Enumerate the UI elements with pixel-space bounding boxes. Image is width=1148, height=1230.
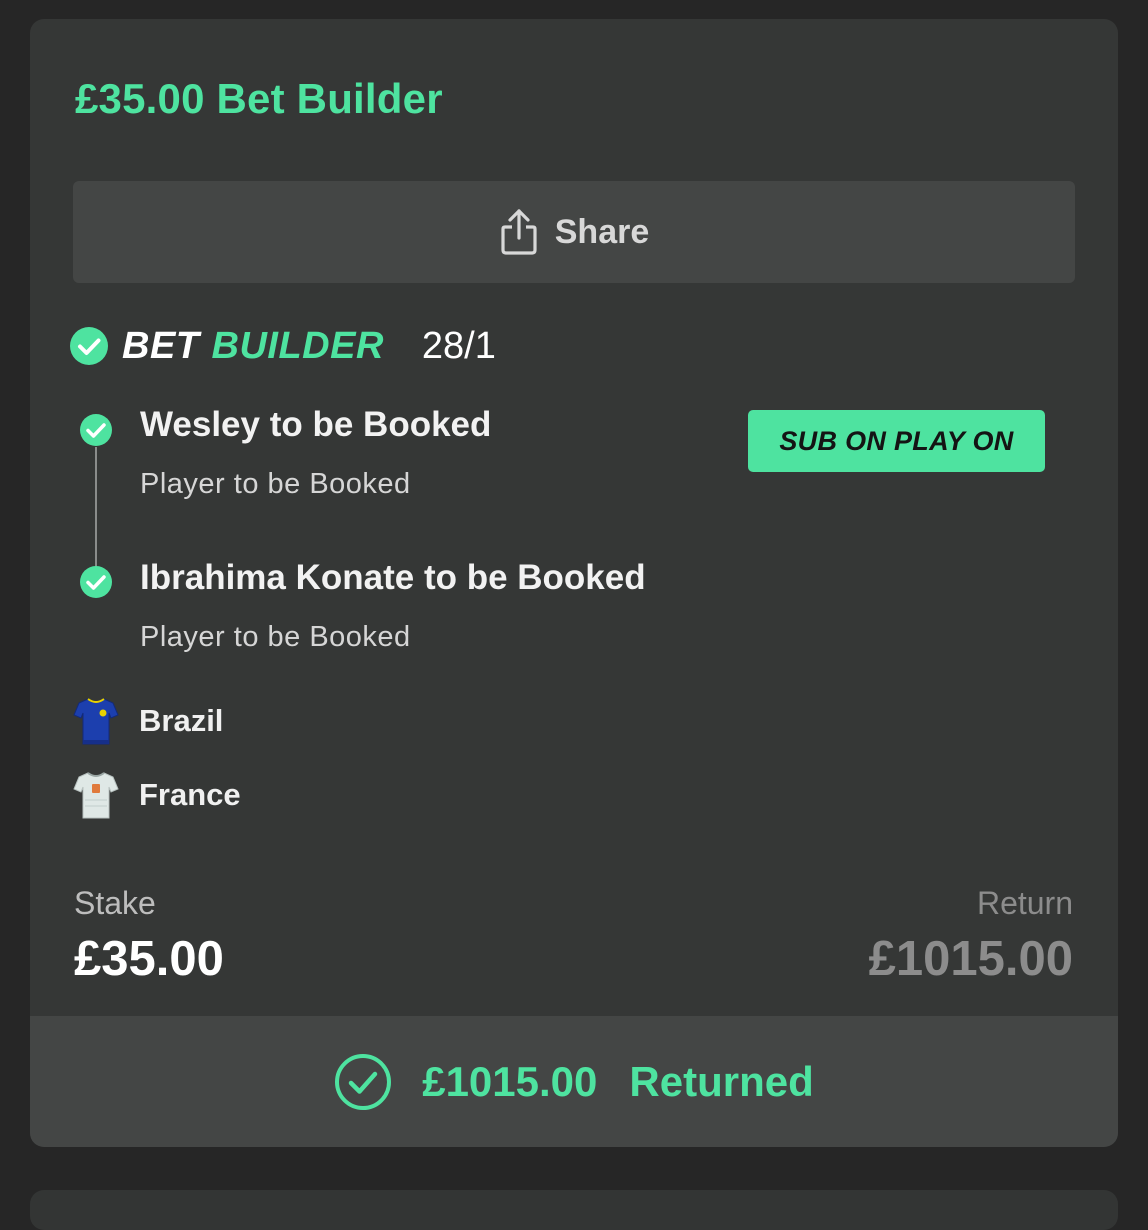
returned-banner: £1015.00 Returned <box>30 1016 1118 1147</box>
bet-card: £35.00 Bet Builder Share BET BUILDER 28/… <box>30 19 1118 1147</box>
legs-timeline <box>95 447 97 579</box>
leg-2-market: Player to be Booked <box>140 621 411 653</box>
returned-check-icon <box>334 1053 392 1111</box>
share-button[interactable]: Share <box>73 181 1075 283</box>
sub-on-play-on-badge[interactable]: SUB ON PLAY ON <box>748 410 1045 472</box>
brazil-kit-icon <box>73 696 119 746</box>
bet-odds: 28/1 <box>421 324 496 367</box>
leg-2-check-icon <box>79 565 113 599</box>
france-kit-icon <box>73 770 119 820</box>
returned-text: Returned <box>629 1057 814 1105</box>
stake-value: £35.00 <box>74 932 224 986</box>
leg-1-name: Wesley to be Booked <box>140 405 492 444</box>
returned-amount: £1015.00 <box>422 1057 598 1105</box>
team-name-france: France <box>139 777 241 812</box>
leg-1-check-icon <box>79 413 113 447</box>
bet-builder-label-bet: BET <box>122 324 200 367</box>
next-bet-card <box>30 1190 1118 1230</box>
team-name-brazil: Brazil <box>139 703 224 738</box>
share-label: Share <box>554 212 650 251</box>
check-circle-icon <box>70 327 108 365</box>
return-label: Return <box>976 885 1073 921</box>
leg-2-name: Ibrahima Konate to be Booked <box>140 558 646 597</box>
return-value: £1015.00 <box>868 932 1073 986</box>
share-icon <box>499 208 539 256</box>
bet-builder-header: BET BUILDER 28/1 <box>70 321 496 371</box>
bet-title: £35.00 Bet Builder <box>75 75 443 122</box>
stake-label: Stake <box>74 885 156 921</box>
leg-1-market: Player to be Booked <box>140 468 411 500</box>
bet-builder-label-builder: BUILDER <box>211 324 384 367</box>
team-row-france: France <box>73 770 241 820</box>
team-row-brazil: Brazil <box>73 696 223 746</box>
